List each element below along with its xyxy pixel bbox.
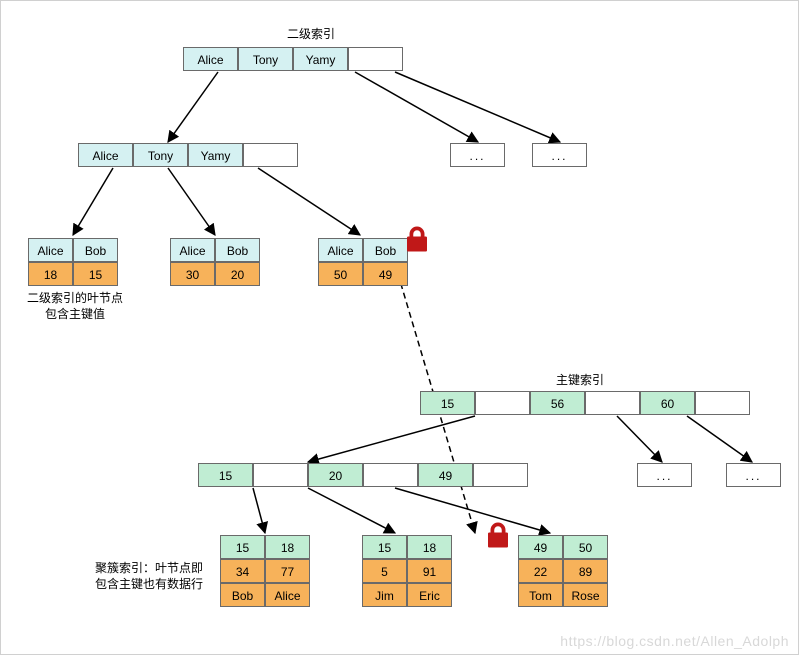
lock-icon: [402, 224, 432, 257]
pk-inner-gap1: [253, 463, 308, 487]
sec-leaf3-v1: 50: [318, 262, 363, 286]
watermark: https://blog.csdn.net/Allen_Adolph: [560, 633, 789, 649]
pk-leaf3-a: 49: [518, 535, 563, 559]
pk-root-k2: 56: [530, 391, 585, 415]
pk-leaf3-d: 89: [563, 559, 608, 583]
pk-leaf1-b: 18: [265, 535, 310, 559]
pk-inner-gap3: [473, 463, 528, 487]
pk-root-gap1: [475, 391, 530, 415]
diagram-canvas: 二级索引 主键索引 Alice Tony Yamy Alice Tony Yam…: [0, 0, 799, 655]
pk-leaf3-f: Rose: [563, 583, 608, 607]
sec-leaf1-v1: 18: [28, 262, 73, 286]
sec-leaf2-v2: 20: [215, 262, 260, 286]
pk-leaf2-c: 5: [362, 559, 407, 583]
sec-ellipsis-1: ...: [450, 143, 505, 167]
pk-leaf3-c: 22: [518, 559, 563, 583]
pk-leaf2-f: Eric: [407, 583, 452, 607]
pk-inner-k3: 49: [418, 463, 473, 487]
clustered-caption: 聚簇索引：叶节点即 包含主键也有数据行: [95, 560, 203, 592]
sec-leaf1-n2: Bob: [73, 238, 118, 262]
pk-leaf3-e: Tom: [518, 583, 563, 607]
sec-root-k2: Tony: [238, 47, 293, 71]
secondary-leaf-caption: 二级索引的叶节点 包含主键值: [27, 290, 123, 322]
lock-icon: [483, 520, 513, 553]
pk-leaf2-a: 15: [362, 535, 407, 559]
pk-root-gap3: [695, 391, 750, 415]
pk-leaf1-f: Alice: [265, 583, 310, 607]
pk-root-gap2: [585, 391, 640, 415]
sec-leaf2-n1: Alice: [170, 238, 215, 262]
sec-root-k1: Alice: [183, 47, 238, 71]
sec-root-k4: [348, 47, 403, 71]
pk-inner-k1: 15: [198, 463, 253, 487]
pk-leaf1-e: Bob: [220, 583, 265, 607]
pk-leaf2-b: 18: [407, 535, 452, 559]
secondary-index-title: 二级索引: [287, 25, 335, 42]
sec-inner-k4: [243, 143, 298, 167]
primary-index-title: 主键索引: [556, 371, 604, 388]
pk-leaf1-c: 34: [220, 559, 265, 583]
sec-leaf3-n1: Alice: [318, 238, 363, 262]
pk-leaf1-d: 77: [265, 559, 310, 583]
pk-root-k3: 60: [640, 391, 695, 415]
sec-leaf1-n1: Alice: [28, 238, 73, 262]
pk-leaf3-b: 50: [563, 535, 608, 559]
pk-ellipsis-2: ...: [726, 463, 781, 487]
pk-leaf1-a: 15: [220, 535, 265, 559]
sec-inner-k1: Alice: [78, 143, 133, 167]
sec-leaf2-n2: Bob: [215, 238, 260, 262]
pk-ellipsis-1: ...: [637, 463, 692, 487]
sec-leaf2-v1: 30: [170, 262, 215, 286]
pk-inner-k2: 20: [308, 463, 363, 487]
sec-leaf1-v2: 15: [73, 262, 118, 286]
pk-root-k1: 15: [420, 391, 475, 415]
sec-ellipsis-2: ...: [532, 143, 587, 167]
pk-inner-gap2: [363, 463, 418, 487]
sec-inner-k3: Yamy: [188, 143, 243, 167]
pk-leaf2-e: Jim: [362, 583, 407, 607]
sec-leaf3-v2: 49: [363, 262, 408, 286]
pk-leaf2-d: 91: [407, 559, 452, 583]
sec-inner-k2: Tony: [133, 143, 188, 167]
sec-root-k3: Yamy: [293, 47, 348, 71]
